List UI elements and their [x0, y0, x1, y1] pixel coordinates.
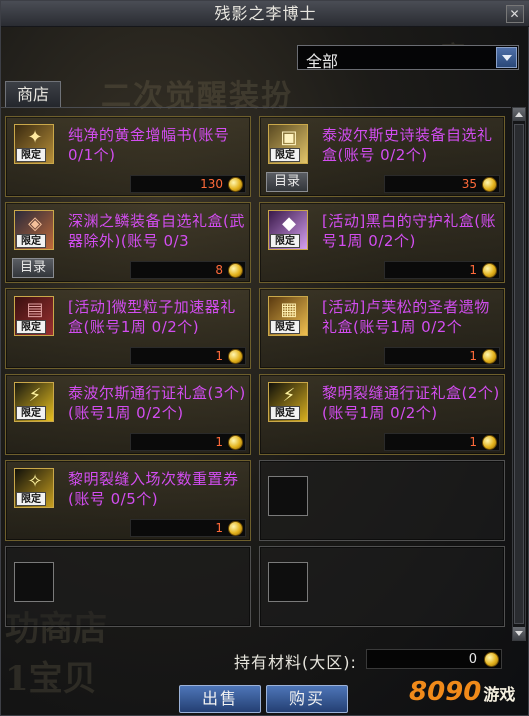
price-field: 1 [384, 433, 500, 451]
limit-badge: 限定 [16, 148, 46, 162]
chest-icon: ▤ 限定 [14, 296, 54, 336]
limit-badge: 限定 [16, 406, 46, 420]
item-price: 1 [215, 349, 223, 363]
gold-coin-icon [228, 521, 243, 536]
gold-coin-icon [228, 263, 243, 278]
item-name: 黎明裂缝入场次数重置券(账号 0/5个) [68, 470, 239, 508]
shop-item-card[interactable]: ▣ 限定 泰波尔斯史诗装备自选礼盒(账号 0/2个) 目录 35 [259, 116, 505, 197]
gold-coin-icon [228, 435, 243, 450]
chevron-down-icon[interactable] [496, 47, 517, 68]
item-price: 35 [461, 177, 477, 191]
item-name: 深渊之鳞装备自选礼盒(武器除外)(账号 0/3 [68, 212, 245, 250]
gold-coin-icon [482, 349, 497, 364]
limit-badge: 限定 [16, 234, 46, 248]
gold-coin-icon [482, 177, 497, 192]
item-price: 1 [469, 263, 477, 277]
gold-coin-icon [228, 349, 243, 364]
item-price: 1 [469, 349, 477, 363]
limit-badge: 限定 [16, 320, 46, 334]
title-bar[interactable]: 残影之李博士 ✕ [1, 1, 529, 27]
book-icon: ✦ 限定 [14, 124, 54, 164]
scale-box-icon: ◈ 限定 [14, 210, 54, 250]
empty-icon-slot [268, 476, 308, 516]
empty-icon-slot [14, 562, 54, 602]
materials-field: 0 [366, 649, 502, 669]
price-field: 130 [130, 175, 246, 193]
item-name: [活动]黑白的守护礼盒(账号1周 0/2个) [322, 212, 497, 250]
materials-value: 0 [468, 652, 477, 667]
window-title: 残影之李博士 [214, 4, 317, 23]
ticket-icon: ⚡ 限定 [14, 382, 54, 422]
price-field: 35 [384, 175, 500, 193]
price-field: 1 [130, 433, 246, 451]
shop-item-card[interactable]: ✧ 限定 黎明裂缝入场次数重置券(账号 0/5个) 1 [5, 460, 251, 541]
scroll-thumb[interactable] [514, 124, 524, 624]
site-watermark-logo: 8090 游戏 [409, 677, 515, 707]
item-name: 纯净的黄金增幅书(账号 0/1个) [68, 126, 230, 164]
background-text-2: 1宝贝 [5, 659, 97, 699]
price-field: 1 [130, 347, 246, 365]
shop-item-card[interactable]: ⚡ 限定 泰波尔斯通行证礼盒(3个)(账号1周 0/2个) 1 [5, 374, 251, 455]
watermark-text: 游戏 [483, 685, 516, 704]
shop-item-card[interactable]: ▤ 限定 [活动]微型粒子加速器礼盒(账号1周 0/2个) 1 [5, 288, 251, 369]
price-field: 1 [130, 519, 246, 537]
shop-item-card[interactable]: ▦ 限定 [活动]卢芙松的圣者遗物礼盒(账号1周 0/2个 1 [259, 288, 505, 369]
item-grid: ✦ 限定 纯净的黄金增幅书(账号 0/1个) 130 ▣ 限定 泰波尔斯史诗装备… [1, 107, 511, 641]
price-field: 1 [384, 347, 500, 365]
dawn-ticket-icon: ⚡ 限定 [268, 382, 308, 422]
limit-badge: 限定 [270, 234, 300, 248]
gold-coin-icon [482, 435, 497, 450]
limit-badge: 限定 [270, 406, 300, 420]
item-price: 130 [200, 177, 223, 191]
price-field: 8 [130, 261, 246, 279]
watermark-number: 8090 [409, 677, 482, 707]
empty-item-slot [5, 546, 251, 627]
shop-item-card[interactable]: ✦ 限定 纯净的黄金增幅书(账号 0/1个) 130 [5, 116, 251, 197]
close-icon[interactable]: ✕ [506, 5, 524, 23]
tab-shop[interactable]: 商店 [5, 81, 61, 108]
item-list-scrollbar[interactable] [512, 107, 526, 641]
item-name: 黎明裂缝通行证礼盒(2个)(账号1周 0/2个) [322, 384, 500, 422]
price-field: 1 [384, 261, 500, 279]
item-name: [活动]微型粒子加速器礼盒(账号1周 0/2个) [68, 298, 236, 336]
empty-item-slot [259, 546, 505, 627]
item-price: 8 [215, 263, 223, 277]
limit-badge: 限定 [270, 148, 300, 162]
shop-window: 二次觉醒装扮 功商店 1宝贝 赛 残影之李博士 ✕ 全部 商店 ✦ 限定 纯净的… [0, 0, 529, 716]
item-price: 1 [469, 435, 477, 449]
shop-item-card[interactable]: ⚡ 限定 黎明裂缝通行证礼盒(2个)(账号1周 0/2个) 1 [259, 374, 505, 455]
limit-badge: 限定 [16, 492, 46, 506]
gift-box-icon: ▣ 限定 [268, 124, 308, 164]
materials-label: 持有材料(大区): [234, 653, 357, 672]
item-name: [活动]卢芙松的圣者遗物礼盒(账号1周 0/2个 [322, 298, 490, 336]
category-dropdown[interactable]: 全部 [297, 45, 519, 71]
dropdown-selected-value: 全部 [306, 52, 339, 71]
item-price: 1 [215, 435, 223, 449]
empty-item-slot [259, 460, 505, 541]
item-name: 泰波尔斯史诗装备自选礼盒(账号 0/2个) [322, 126, 493, 164]
item-price: 1 [215, 521, 223, 535]
catalog-button[interactable]: 目录 [12, 258, 54, 278]
gold-coin-icon [484, 652, 499, 667]
scroll-up-icon[interactable] [513, 108, 525, 121]
catalog-button[interactable]: 目录 [266, 172, 308, 192]
empty-icon-slot [268, 562, 308, 602]
item-name: 泰波尔斯通行证礼盒(3个)(账号1周 0/2个) [68, 384, 246, 422]
scroll-down-icon[interactable] [513, 627, 525, 640]
buy-button[interactable]: 购买 [266, 685, 348, 713]
shop-item-card[interactable]: ◆ 限定 [活动]黑白的守护礼盒(账号1周 0/2个) 1 [259, 202, 505, 283]
treasure-icon: ▦ 限定 [268, 296, 308, 336]
gem-box-icon: ◆ 限定 [268, 210, 308, 250]
reset-ticket-icon: ✧ 限定 [14, 468, 54, 508]
gold-coin-icon [228, 177, 243, 192]
sell-button[interactable]: 出售 [179, 685, 261, 713]
shop-item-card[interactable]: ◈ 限定 深渊之鳞装备自选礼盒(武器除外)(账号 0/3 目录 8 [5, 202, 251, 283]
gold-coin-icon [482, 263, 497, 278]
limit-badge: 限定 [270, 320, 300, 334]
